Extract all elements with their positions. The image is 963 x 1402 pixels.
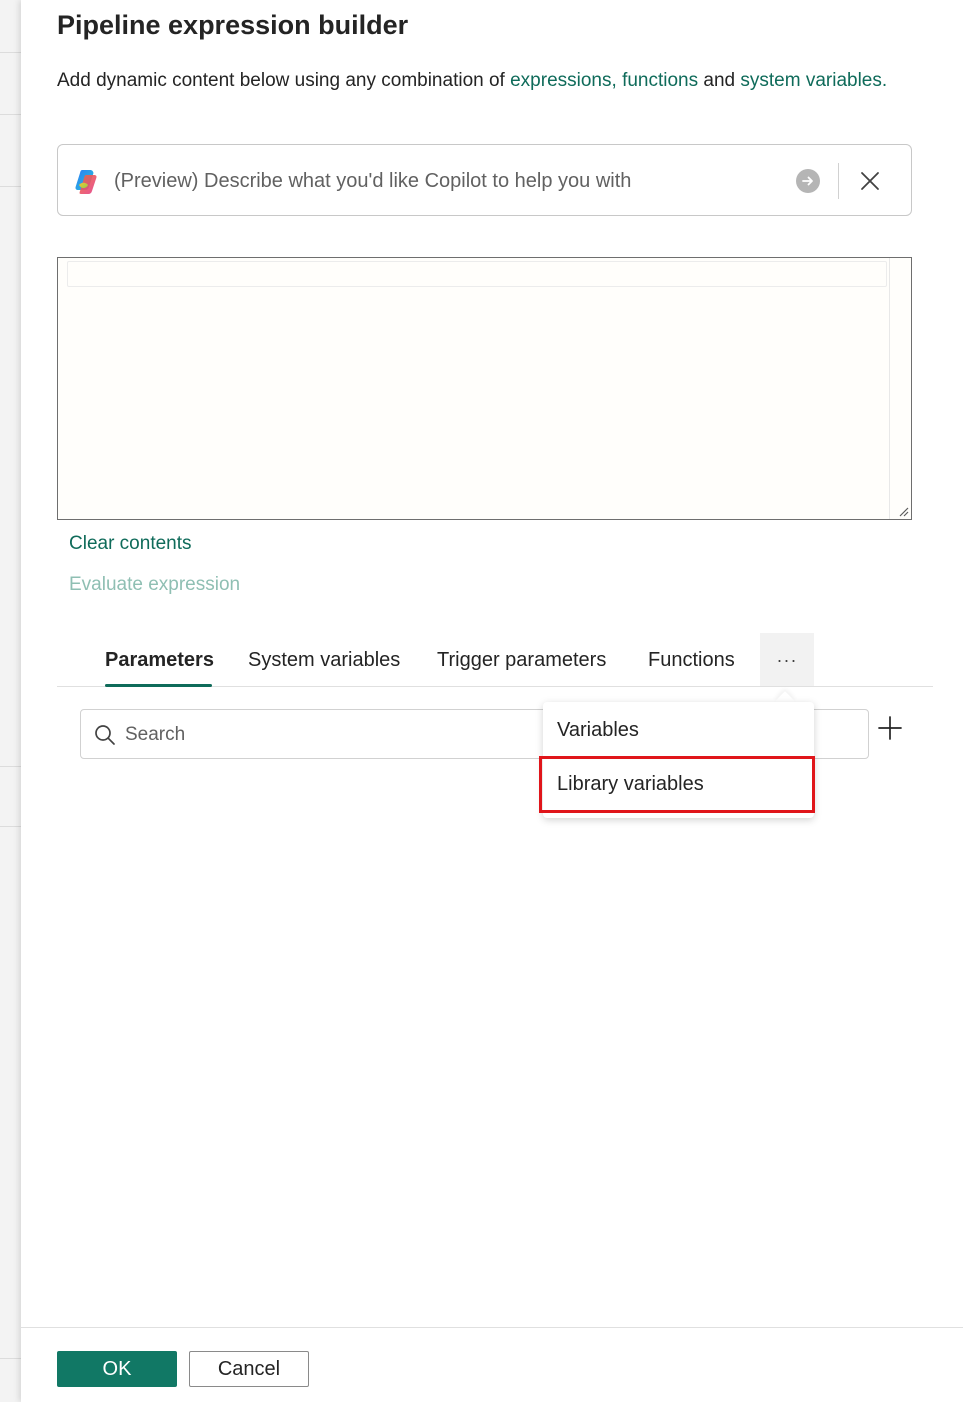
background-page	[0, 0, 21, 1402]
cancel-button[interactable]: Cancel	[189, 1351, 309, 1387]
send-button[interactable]	[796, 169, 820, 193]
expression-editor[interactable]	[57, 257, 912, 520]
ok-button[interactable]: OK	[57, 1351, 177, 1387]
copilot-divider	[838, 163, 839, 199]
expression-builder-panel: Pipeline expression builder Add dynamic …	[21, 0, 963, 1402]
background-divider	[0, 766, 21, 767]
search-input[interactable]	[125, 719, 525, 751]
more-tabs-button[interactable]: ···	[760, 633, 814, 687]
tab-system-variables[interactable]: System variables	[248, 649, 400, 672]
system-variables-link[interactable]: system variables.	[740, 70, 887, 91]
copilot-prompt-input[interactable]	[114, 163, 714, 199]
copilot-logo-icon	[75, 170, 97, 194]
clear-contents-link[interactable]: Clear contents	[69, 533, 192, 555]
tab-parameters[interactable]: Parameters	[105, 649, 214, 672]
active-tab-indicator	[105, 684, 212, 687]
background-divider	[0, 114, 21, 115]
functions-link[interactable]: functions	[622, 70, 698, 91]
highlight-annotation	[539, 756, 815, 813]
menu-item-variables[interactable]: Variables	[557, 719, 639, 742]
dialog-description: Add dynamic content below using any comb…	[57, 70, 887, 92]
plus-icon[interactable]	[876, 714, 904, 742]
evaluate-expression-link[interactable]: Evaluate expression	[69, 574, 240, 596]
background-divider	[0, 1358, 21, 1359]
page-title: Pipeline expression builder	[57, 10, 409, 40]
expressions-link[interactable]: expressions,	[510, 70, 617, 91]
background-divider	[0, 186, 21, 187]
editor-current-line[interactable]	[67, 261, 887, 287]
editor-scrollbar[interactable]	[889, 258, 911, 519]
background-divider	[0, 52, 21, 53]
arrow-right-icon	[802, 176, 813, 186]
copilot-prompt-bar	[57, 144, 912, 216]
background-divider	[0, 826, 21, 827]
tab-trigger-parameters[interactable]: Trigger parameters	[437, 649, 606, 672]
description-and: and	[698, 70, 741, 91]
description-text: Add dynamic content below using any comb…	[57, 70, 511, 91]
search-icon	[95, 725, 115, 745]
tab-functions[interactable]: Functions	[648, 649, 735, 672]
footer-divider	[21, 1327, 963, 1328]
resize-grip-icon[interactable]	[897, 505, 909, 517]
close-icon[interactable]	[858, 169, 882, 193]
